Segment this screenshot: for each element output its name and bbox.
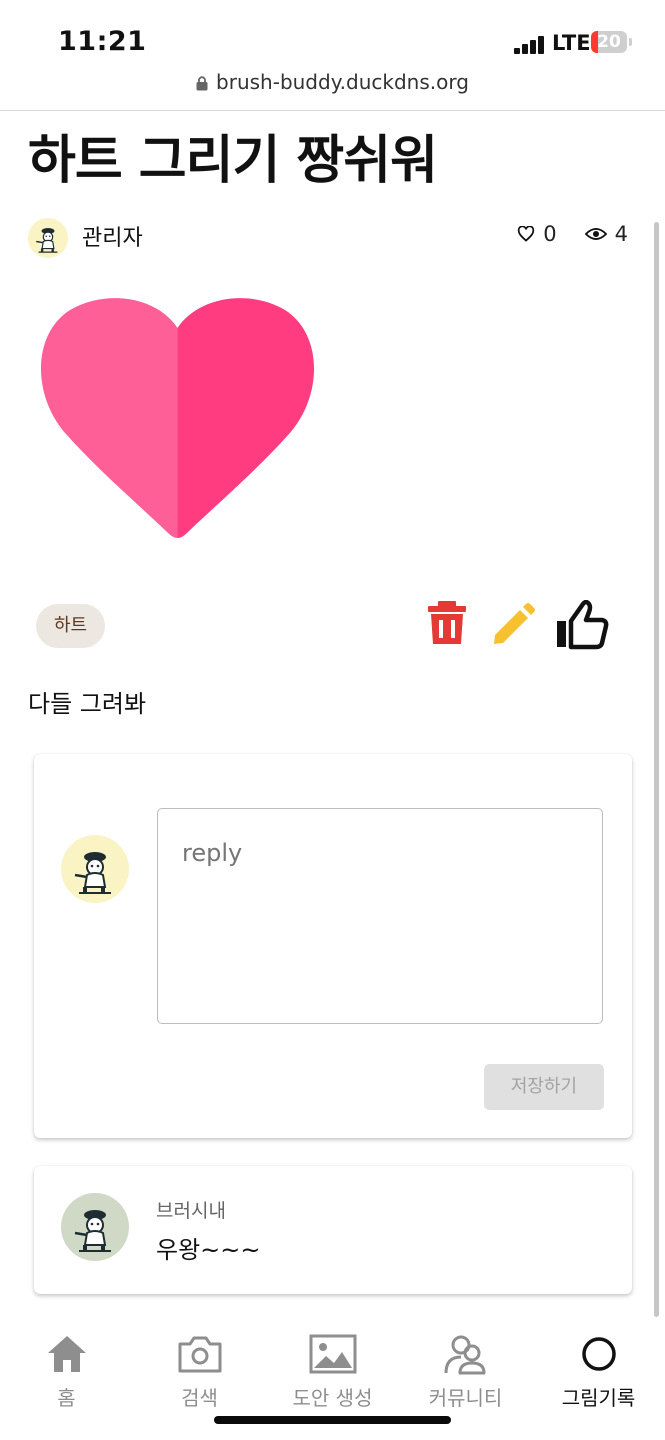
post-description: 다들 그려봐 [28,690,147,718]
reply-card: 저장하기 [34,754,632,1138]
post-stats: 0 4 [517,222,628,246]
camera-icon [178,1336,221,1373]
like-button[interactable] [555,599,609,650]
nav-label: 검색 [181,1386,218,1410]
status-bar: 11:21 LTE 20 brush-buddy.duckdns.org [0,0,665,111]
network-type: LTE [552,31,591,55]
comment-item: 브러시내 우왕~~~ [34,1166,632,1294]
author-row: 관리자 0 4 [28,216,628,258]
scrollbar[interactable] [654,222,659,1317]
save-button[interactable]: 저장하기 [484,1064,604,1110]
battery-icon: 20 [591,31,627,53]
like-count: 0 [543,222,557,246]
circle-icon [581,1337,616,1371]
nav-item-community[interactable]: 커뮤니티 [399,1330,532,1411]
delete-button[interactable] [424,600,476,648]
painter-avatar-icon [74,852,111,894]
tag-chip[interactable]: 하트 [36,604,105,648]
avatar[interactable] [61,1193,129,1261]
nav-label: 커뮤니티 [428,1386,503,1410]
status-time: 11:21 [58,26,147,57]
author-name[interactable]: 관리자 [82,220,143,252]
nav-label: 도안 생성 [292,1386,373,1410]
comment-text: 우왕~~~ [156,1236,261,1264]
reply-input[interactable] [157,808,603,1024]
avatar[interactable] [61,835,129,903]
image-icon [309,1334,356,1374]
eye-icon [584,228,607,240]
nav-label: 홈 [57,1386,76,1410]
home-icon [47,1336,86,1372]
trash-icon [428,601,466,644]
nav-item-records[interactable]: 그림기록 [532,1330,665,1411]
signal-icon [514,34,548,54]
post-title: 하트 그리기 짱쉬워 [28,131,438,191]
nav-item-search[interactable]: 검색 [133,1330,266,1411]
nav-item-design[interactable]: 도안 생성 [266,1330,399,1411]
view-count: 4 [614,222,628,246]
edit-button[interactable] [490,600,542,648]
thumbs-up-icon [557,599,609,650]
avatar[interactable] [28,218,68,258]
url-bar[interactable]: brush-buddy.duckdns.org [0,70,665,94]
battery-tip [629,38,632,46]
battery-level: 20 [597,32,621,52]
url-text: brush-buddy.duckdns.org [216,70,469,94]
nav-item-home[interactable]: 홈 [0,1330,133,1411]
heart-image [40,298,315,538]
lock-icon [196,76,208,91]
comment-author: 브러시내 [156,1200,226,1222]
heart-outline-icon [518,226,535,242]
post-image [40,296,315,541]
nav-label: 그림기록 [561,1386,636,1410]
people-icon [444,1335,485,1375]
pencil-icon [494,603,535,644]
painter-avatar-icon [36,228,58,253]
home-indicator[interactable] [214,1416,451,1424]
painter-avatar-icon [74,1210,111,1252]
